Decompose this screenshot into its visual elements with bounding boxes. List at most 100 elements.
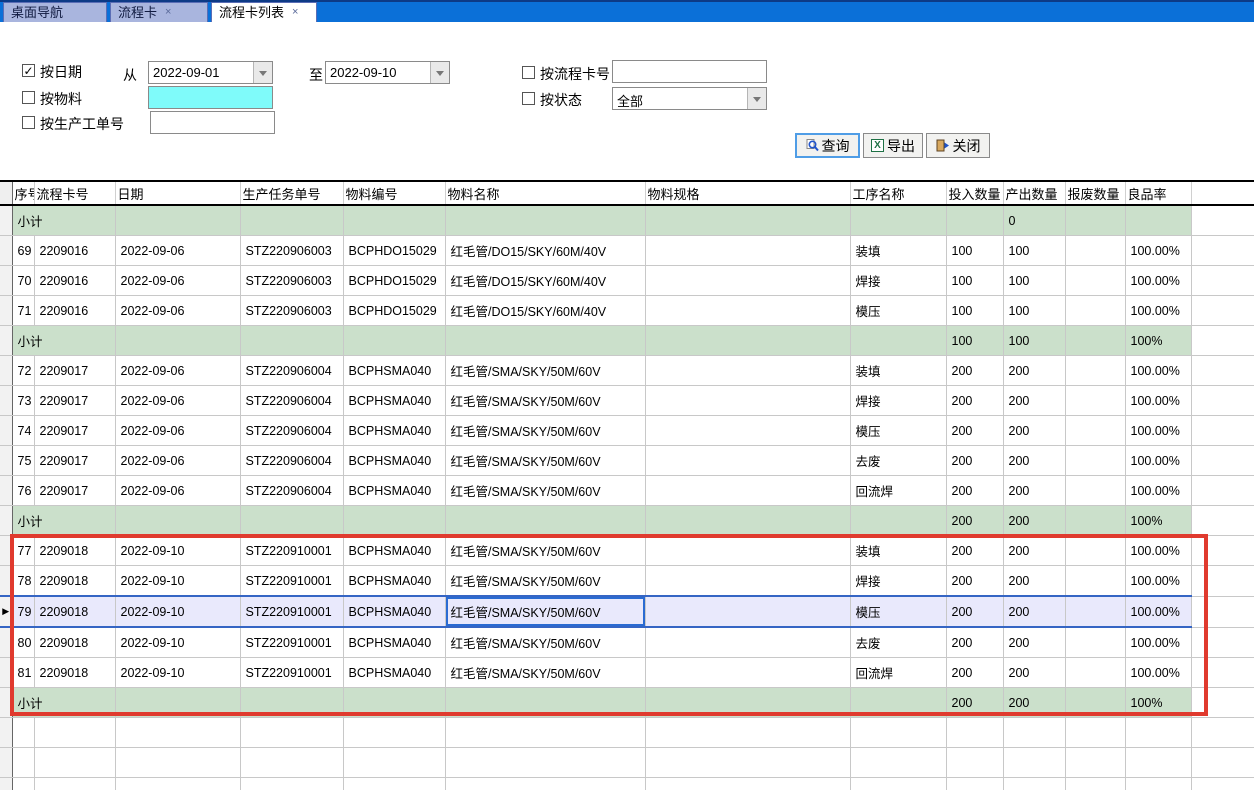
query-button[interactable]: 查询: [795, 133, 860, 158]
row-header-cell[interactable]: [0, 476, 12, 506]
column-header-blank[interactable]: [1191, 181, 1254, 205]
cell[interactable]: [1065, 416, 1125, 446]
cell[interactable]: [343, 688, 445, 718]
cell[interactable]: [946, 748, 1003, 778]
cell[interactable]: 去废: [850, 446, 946, 476]
cell[interactable]: 200: [1003, 688, 1065, 718]
cell[interactable]: 70: [12, 266, 34, 296]
cell[interactable]: [34, 748, 115, 778]
cell[interactable]: STZ220906004: [240, 476, 343, 506]
row-header-cell[interactable]: [0, 266, 12, 296]
cell[interactable]: [1065, 596, 1125, 627]
cell[interactable]: [343, 718, 445, 748]
cell[interactable]: [12, 748, 34, 778]
row-header-cell[interactable]: [0, 536, 12, 566]
column-header[interactable]: 序号: [12, 181, 34, 205]
cell[interactable]: [645, 506, 850, 536]
cell[interactable]: [115, 778, 240, 790]
cell[interactable]: 焊接: [850, 566, 946, 597]
cell[interactable]: 2022-09-10: [115, 596, 240, 627]
cell[interactable]: [343, 778, 445, 790]
cell[interactable]: 200: [946, 386, 1003, 416]
cell[interactable]: 100: [1003, 296, 1065, 326]
cell[interactable]: BCPHSMA040: [343, 476, 445, 506]
cell[interactable]: [645, 536, 850, 566]
tab-process-card[interactable]: 流程卡 ×: [110, 2, 208, 22]
cell[interactable]: [1065, 266, 1125, 296]
cell[interactable]: [115, 748, 240, 778]
cell[interactable]: 100: [1003, 326, 1065, 356]
cell[interactable]: 100: [1003, 236, 1065, 266]
cell[interactable]: [645, 205, 850, 236]
cell[interactable]: 红毛管/SMA/SKY/50M/60V: [445, 627, 645, 658]
cell[interactable]: [445, 718, 645, 748]
cell[interactable]: BCPHSMA040: [343, 658, 445, 688]
row-header-cell[interactable]: [0, 296, 12, 326]
cell[interactable]: STZ220906003: [240, 296, 343, 326]
cell[interactable]: 200: [1003, 596, 1065, 627]
cell[interactable]: 红毛管/SMA/SKY/50M/60V: [445, 536, 645, 566]
column-header[interactable]: 工序名称: [850, 181, 946, 205]
cell[interactable]: [946, 778, 1003, 790]
cell[interactable]: 2209016: [34, 266, 115, 296]
cell[interactable]: 100: [946, 326, 1003, 356]
cell[interactable]: [240, 718, 343, 748]
cell[interactable]: 100.00%: [1125, 386, 1191, 416]
cell[interactable]: BCPHSMA040: [343, 536, 445, 566]
cell[interactable]: 2209017: [34, 416, 115, 446]
cell[interactable]: [445, 205, 645, 236]
cell[interactable]: [343, 326, 445, 356]
cell[interactable]: [645, 658, 850, 688]
cell[interactable]: [645, 748, 850, 778]
cell[interactable]: STZ220910001: [240, 627, 343, 658]
material-input[interactable]: [148, 86, 273, 109]
column-header[interactable]: 物料名称: [445, 181, 645, 205]
cell[interactable]: 200: [1003, 416, 1065, 446]
by-work-order-checkbox[interactable]: [22, 116, 35, 129]
cell[interactable]: 2209017: [34, 356, 115, 386]
cell[interactable]: 2209018: [34, 658, 115, 688]
cell[interactable]: 200: [1003, 566, 1065, 597]
cell[interactable]: [1125, 778, 1191, 790]
row-header-cell[interactable]: [0, 205, 12, 236]
cell[interactable]: 200: [1003, 356, 1065, 386]
cell[interactable]: [645, 356, 850, 386]
cell[interactable]: 红毛管/SMA/SKY/50M/60V: [445, 446, 645, 476]
cell[interactable]: 200: [1003, 536, 1065, 566]
cell[interactable]: [343, 205, 445, 236]
cell[interactable]: [645, 296, 850, 326]
cell[interactable]: [645, 416, 850, 446]
cell[interactable]: [240, 205, 343, 236]
cell[interactable]: 200: [946, 596, 1003, 627]
cell[interactable]: 100.00%: [1125, 627, 1191, 658]
column-header[interactable]: 日期: [115, 181, 240, 205]
cell[interactable]: BCPHDO15029: [343, 296, 445, 326]
cell[interactable]: 200: [946, 536, 1003, 566]
cell[interactable]: [1065, 326, 1125, 356]
cell[interactable]: [1065, 476, 1125, 506]
cell[interactable]: [645, 596, 850, 627]
cell[interactable]: 回流焊: [850, 658, 946, 688]
cell[interactable]: [850, 748, 946, 778]
cell[interactable]: [1065, 446, 1125, 476]
cell[interactable]: 80: [12, 627, 34, 658]
chevron-down-icon[interactable]: [253, 62, 272, 83]
cell[interactable]: [1065, 506, 1125, 536]
by-material-checkbox[interactable]: [22, 91, 35, 104]
cell[interactable]: [850, 205, 946, 236]
cell[interactable]: 2022-09-06: [115, 236, 240, 266]
cell[interactable]: 2209018: [34, 566, 115, 597]
cell[interactable]: [445, 506, 645, 536]
cell[interactable]: [645, 236, 850, 266]
cell[interactable]: [115, 718, 240, 748]
cell[interactable]: 78: [12, 566, 34, 597]
cell[interactable]: 2209018: [34, 536, 115, 566]
cell[interactable]: 200: [1003, 446, 1065, 476]
cell[interactable]: 2209018: [34, 627, 115, 658]
cell[interactable]: [1065, 536, 1125, 566]
row-header-cell[interactable]: [0, 506, 12, 536]
cell[interactable]: 81: [12, 658, 34, 688]
cell[interactable]: 红毛管/DO15/SKY/60M/40V: [445, 296, 645, 326]
column-header[interactable]: 流程卡号: [34, 181, 115, 205]
cell[interactable]: [1125, 205, 1191, 236]
